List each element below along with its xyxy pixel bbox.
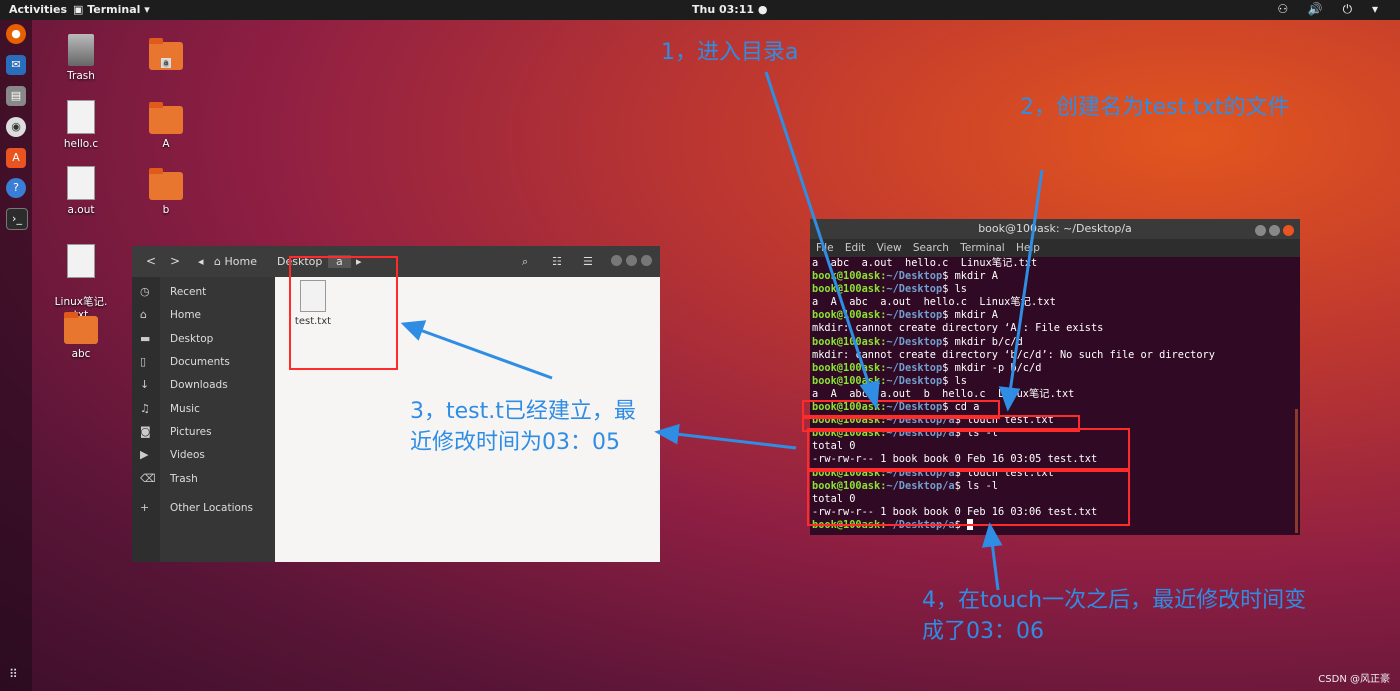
annotation-4-line1: 4，在touch一次之后，最近修改时间变 (922, 588, 1307, 613)
annotation-3-line1: 3，test.t已经建立，最 (410, 399, 636, 424)
arrow-4-head (981, 522, 1003, 548)
annotation-2: 2，创建名为test.txt的文件 (1020, 95, 1290, 120)
arrow-3b (675, 432, 797, 450)
arrow-4 (990, 541, 1000, 591)
watermark: CSDN @风正豪 (1318, 674, 1390, 685)
arrow-3 (419, 328, 553, 380)
annotation-4-line2: 成了03：06 (922, 619, 1044, 644)
arrow-2 (1008, 169, 1044, 393)
arrow-3-head (400, 320, 427, 341)
arrow-1 (764, 71, 872, 389)
arrow-3b-head (654, 423, 680, 445)
arrow-1-head (859, 380, 880, 411)
annotation-3-line2: 近修改时间为03：05 (410, 430, 620, 455)
annotation-1: 1，进入目录a (661, 40, 799, 65)
arrow-2-head (998, 386, 1021, 412)
